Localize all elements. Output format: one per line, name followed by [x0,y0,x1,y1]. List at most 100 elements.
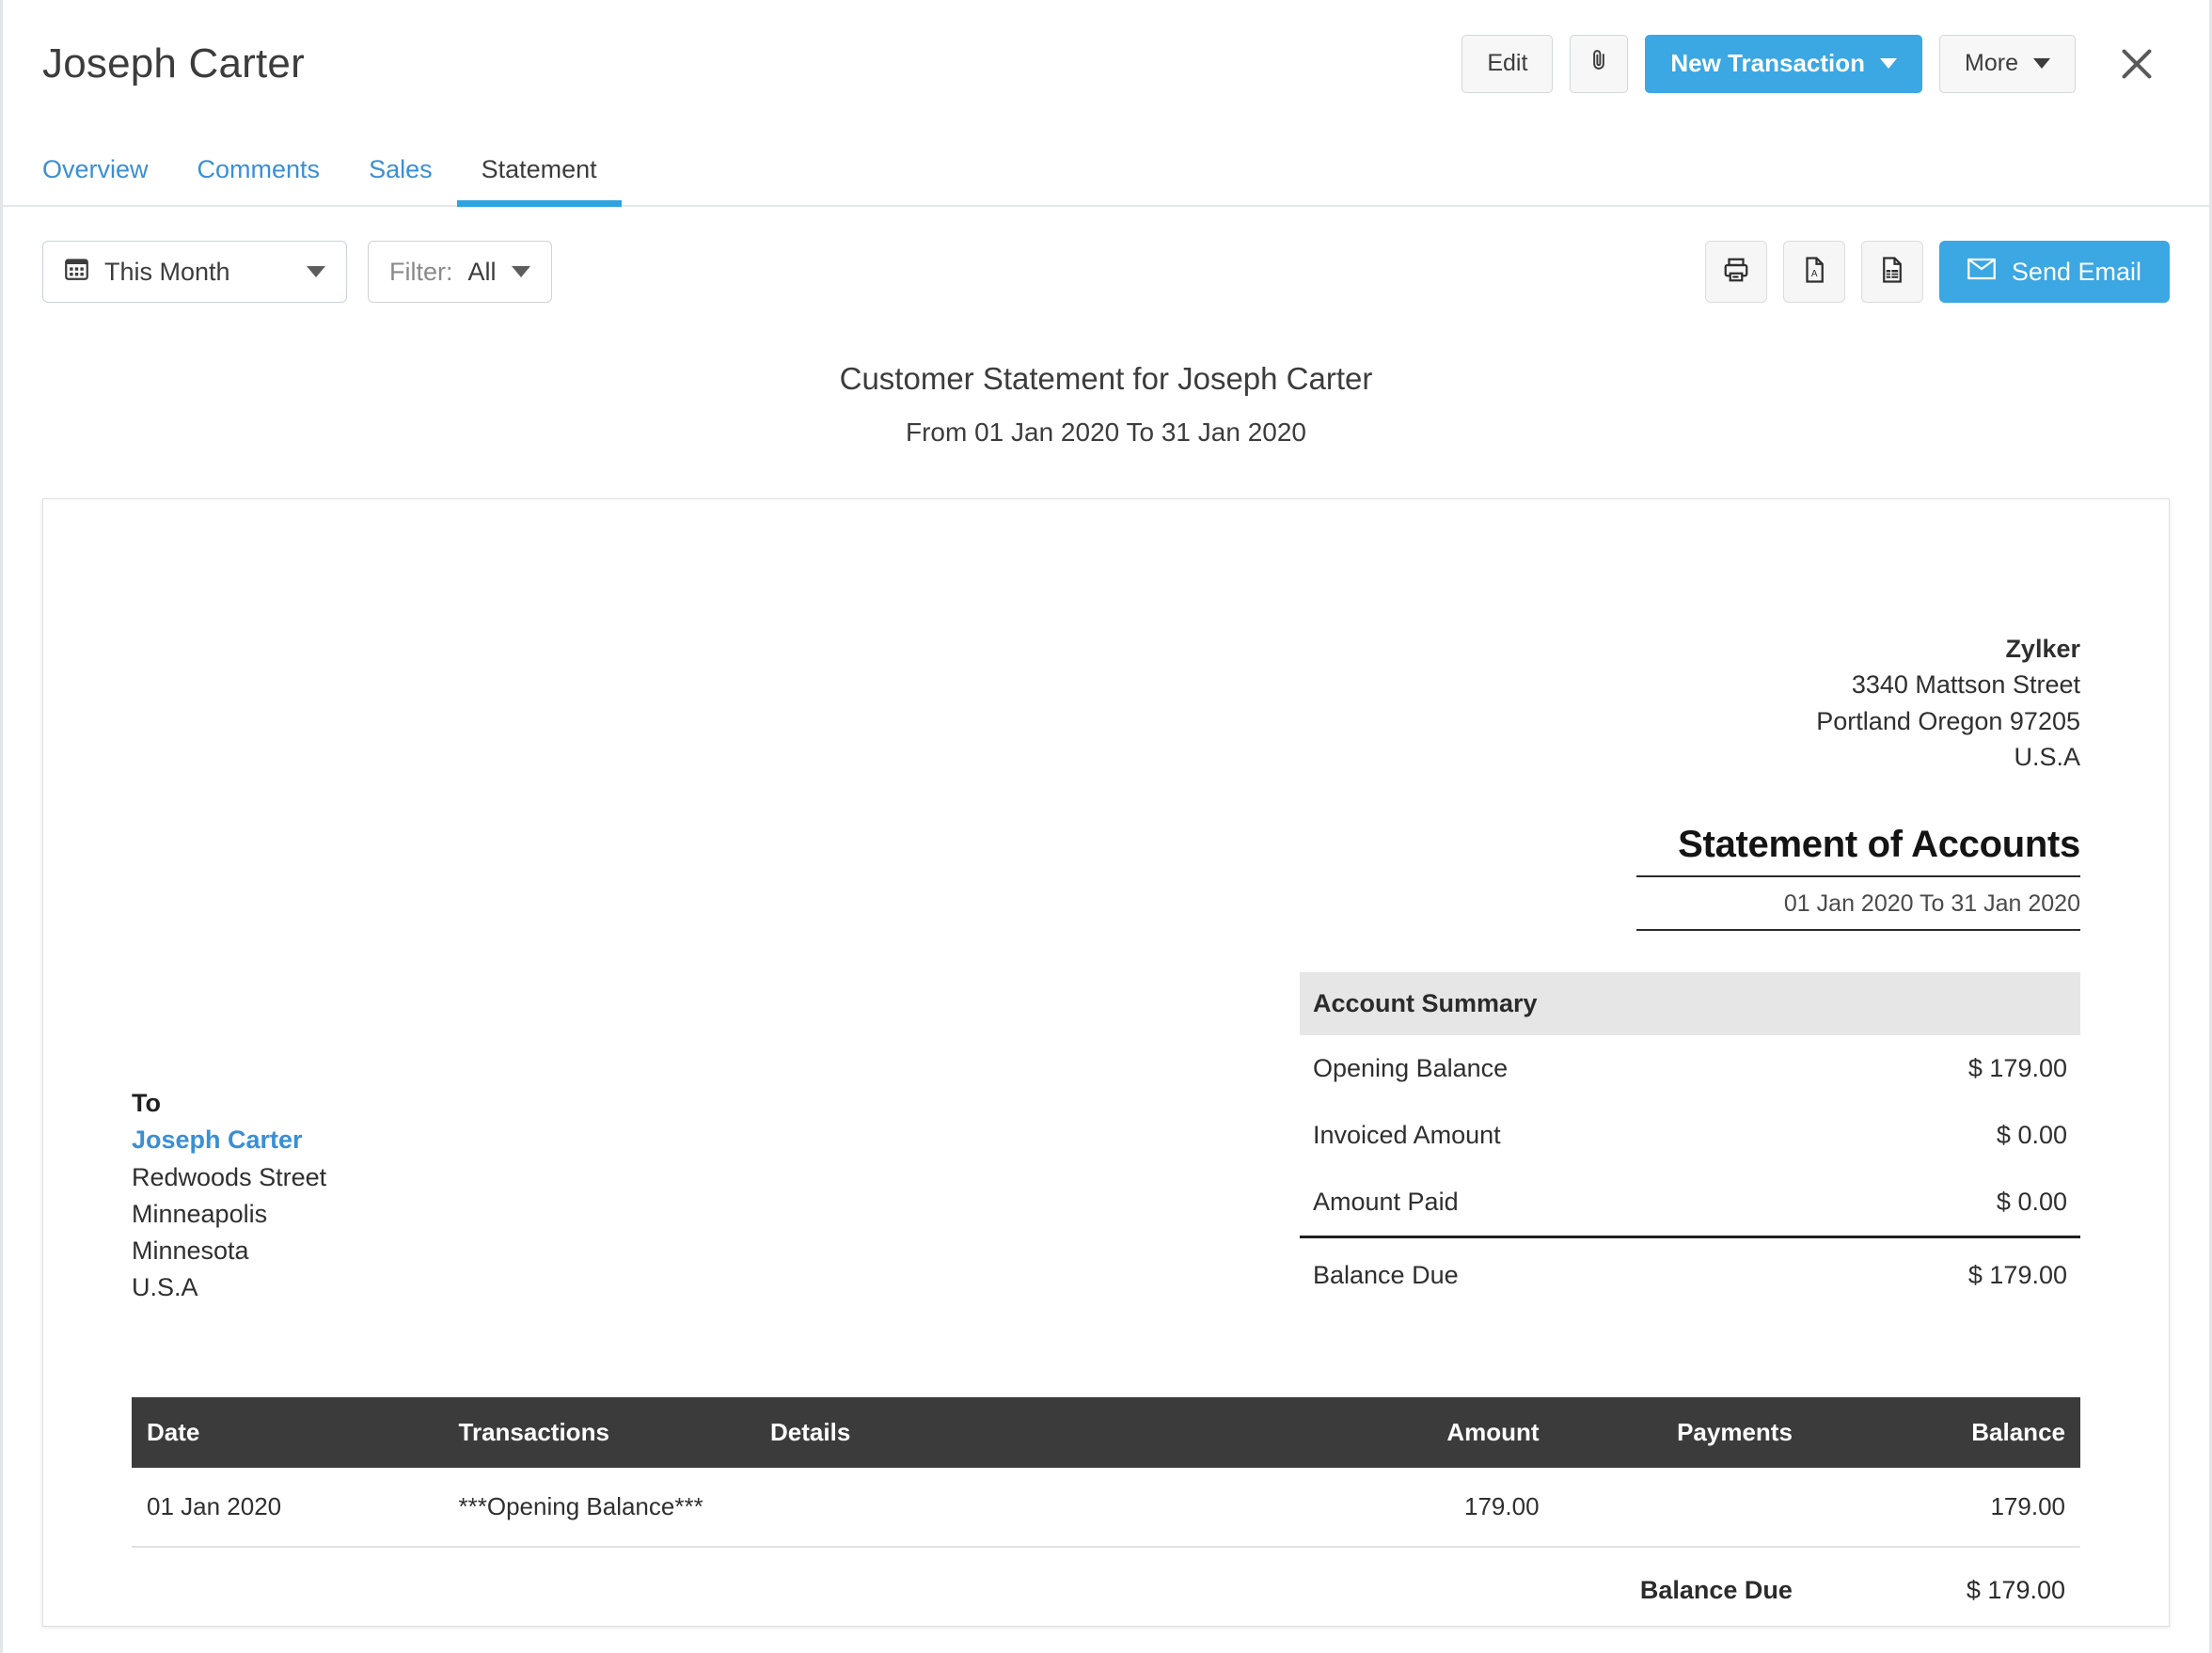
statement-document: Zylker 3340 Mattson Street Portland Oreg… [42,498,2170,1627]
statement-of-accounts-range: 01 Jan 2020 To 31 Jan 2020 [1636,875,2080,931]
footer-spacer-1 [132,1547,444,1605]
send-email-button[interactable]: Send Email [1939,241,2170,303]
transactions-table-body: 01 Jan 2020 ***Opening Balance*** 179.00… [132,1468,2080,1547]
header-actions: Edit New Transaction More [1462,35,2158,93]
bill-to-customer-link[interactable]: Joseph Carter [132,1122,1106,1158]
footer-spacer-4 [1262,1547,1555,1605]
date-range-label: This Month [104,258,230,287]
column-header-date: Date [132,1397,444,1468]
tab-bar: Overview Comments Sales Statement [3,127,2209,207]
chevron-down-icon [307,266,325,277]
table-footer-row: Balance Due $ 179.00 [132,1547,2080,1605]
summary-row-opening-balance: Opening Balance $ 179.00 [1300,1035,2080,1102]
chevron-down-icon [512,266,530,277]
footer-balance-due-value: $ 179.00 [1808,1547,2080,1605]
toolbar-left-group: This Month Filter: All [42,241,552,303]
svg-text:A: A [1811,268,1818,278]
page-title: Joseph Carter [42,40,305,87]
more-button[interactable]: More [1939,35,2076,93]
envelope-icon [1967,258,1996,287]
summary-row-amount-paid: Amount Paid $ 0.00 [1300,1169,2080,1236]
statement-of-accounts-title: Statement of Accounts [1636,824,2080,875]
filter-value-label: All [468,258,497,287]
export-xls-button[interactable] [1861,241,1923,303]
export-pdf-button[interactable]: A [1783,241,1845,303]
bill-to-address: To Joseph Carter Redwoods Street Minneap… [132,972,1106,1306]
account-summary: Account Summary Opening Balance $ 179.00… [1300,972,2080,1309]
filter-prefix-label: Filter: [389,258,453,287]
summary-row-balance-due: Balance Due $ 179.00 [1300,1236,2080,1309]
summary-value: $ 0.00 [1997,1121,2067,1150]
summary-value: $ 179.00 [1968,1054,2067,1083]
statement-title: Customer Statement for Joseph Carter [3,361,2209,397]
column-header-payments: Payments [1555,1397,1808,1468]
new-transaction-button[interactable]: New Transaction [1645,35,1922,93]
footer-spacer-2 [444,1547,756,1605]
edit-button[interactable]: Edit [1462,35,1553,93]
footer-balance-due-label: Balance Due [1555,1547,1808,1605]
tab-overview[interactable]: Overview [42,155,173,205]
summary-label: Amount Paid [1313,1188,1459,1217]
cell-transaction: ***Opening Balance*** [444,1468,756,1547]
statement-middle-section: To Joseph Carter Redwoods Street Minneap… [132,972,2080,1309]
statement-heading: Customer Statement for Joseph Carter Fro… [3,305,2209,448]
calendar-icon [64,256,89,288]
cell-balance: 179.00 [1808,1468,2080,1547]
company-address: Zylker 3340 Mattson Street Portland Oreg… [132,499,2080,775]
tab-comments[interactable]: Comments [173,155,345,205]
xls-file-icon [1878,256,1906,289]
page-header: Joseph Carter Edit New Transaction More [3,0,2209,127]
tab-sales[interactable]: Sales [344,155,457,205]
customer-statement-page: Joseph Carter Edit New Transaction More [0,0,2212,1653]
statement-toolbar: This Month Filter: All [3,207,2209,305]
statement-of-accounts-block: Statement of Accounts 01 Jan 2020 To 31 … [132,824,2080,931]
table-row: 01 Jan 2020 ***Opening Balance*** 179.00… [132,1468,2080,1547]
bill-to-country: U.S.A [132,1269,1106,1306]
paperclip-icon [1587,46,1611,81]
cell-payments [1555,1468,1808,1547]
column-header-details: Details [755,1397,1262,1468]
table-header-row: Date Transactions Details Amount Payment… [132,1397,2080,1468]
company-name: Zylker [132,631,2080,667]
summary-value: $ 179.00 [1968,1261,2067,1290]
summary-row-invoiced-amount: Invoiced Amount $ 0.00 [1300,1102,2080,1169]
summary-value: $ 0.00 [1997,1188,2067,1217]
print-button[interactable] [1705,241,1767,303]
transactions-table: Date Transactions Details Amount Payment… [132,1397,2080,1605]
summary-label: Opening Balance [1313,1054,1508,1083]
printer-icon [1722,256,1750,289]
close-icon[interactable] [2115,42,2158,86]
chevron-down-icon [2033,58,2050,69]
transactions-table-head: Date Transactions Details Amount Payment… [132,1397,2080,1468]
company-street: 3340 Mattson Street [132,667,2080,702]
chevron-down-icon [1880,58,1897,69]
send-email-label: Send Email [2012,258,2141,287]
footer-spacer-3 [755,1547,1262,1605]
account-summary-heading: Account Summary [1300,972,2080,1035]
pdf-file-icon: A [1800,256,1828,289]
column-header-transactions: Transactions [444,1397,756,1468]
summary-label: Invoiced Amount [1313,1121,1501,1150]
new-transaction-label: New Transaction [1670,49,1865,78]
toolbar-right-group: A [1705,241,2170,303]
bill-to-street: Redwoods Street [132,1159,1106,1196]
filter-dropdown[interactable]: Filter: All [368,241,552,303]
column-header-balance: Balance [1808,1397,2080,1468]
statement-period: From 01 Jan 2020 To 31 Jan 2020 [3,417,2209,448]
company-country: U.S.A [132,739,2080,775]
cell-date: 01 Jan 2020 [132,1468,444,1547]
attachment-button[interactable] [1570,35,1628,93]
bill-to-label: To [132,1085,1106,1122]
bill-to-state: Minnesota [132,1233,1106,1269]
edit-button-label: Edit [1487,50,1527,77]
tab-statement[interactable]: Statement [457,155,622,205]
more-button-label: More [1965,50,2018,77]
cell-amount: 179.00 [1262,1468,1555,1547]
column-header-amount: Amount [1262,1397,1555,1468]
company-city-state-zip: Portland Oregon 97205 [132,703,2080,739]
summary-label: Balance Due [1313,1261,1459,1290]
cell-details [755,1468,1262,1547]
bill-to-city: Minneapolis [132,1196,1106,1233]
transactions-table-foot: Balance Due $ 179.00 [132,1547,2080,1605]
date-range-dropdown[interactable]: This Month [42,241,347,303]
